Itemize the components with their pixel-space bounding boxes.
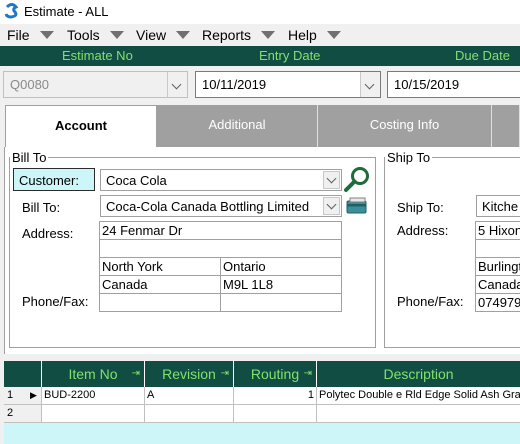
grid-corner: [4, 361, 42, 387]
column-item-no[interactable]: Item No ⇥: [42, 361, 145, 387]
entry-date-header: Entry Date: [259, 48, 321, 63]
estimate-no-field[interactable]: Q0080: [3, 71, 188, 98]
menu-view[interactable]: View: [136, 27, 191, 43]
ship-address-label: Address:: [397, 223, 449, 238]
menu-bar: File Tools View Reports Help: [0, 24, 520, 46]
due-date-header: Due Date: [455, 48, 510, 63]
province-field[interactable]: Ontario: [220, 257, 342, 276]
ship-country-field[interactable]: Canada: [475, 275, 520, 294]
column-description[interactable]: Description: [317, 361, 520, 387]
cell-item-no[interactable]: BUD-2200: [42, 387, 145, 405]
chevron-down-icon[interactable]: [323, 171, 340, 189]
ship-phone-fax-label: Phone/Fax:: [397, 294, 464, 309]
ship-phone-field[interactable]: 074979: [475, 293, 520, 312]
menu-help[interactable]: Help: [288, 27, 341, 43]
address-line2[interactable]: [99, 239, 342, 258]
column-routing[interactable]: Routing ⇥: [234, 361, 317, 387]
ship-address-line2[interactable]: [475, 239, 520, 258]
ship-to-label: Ship To:: [397, 200, 444, 215]
column-revision[interactable]: Revision ⇥: [145, 361, 234, 387]
due-date-field[interactable]: 10/15/2019: [387, 71, 520, 98]
fax-field[interactable]: [220, 293, 342, 312]
city-field[interactable]: North York: [99, 257, 221, 276]
bill-to-legend: Bill To: [12, 150, 47, 165]
estimate-no-header: Estimate No: [62, 48, 133, 63]
bill-to-select[interactable]: Coca-Cola Canada Bottling Limited: [100, 195, 342, 217]
items-grid: Item No ⇥ Revision ⇥ Routing ⇥ Description …: [4, 361, 520, 444]
menu-file[interactable]: File: [7, 27, 54, 43]
chevron-down-icon[interactable]: [167, 72, 187, 97]
menu-reports[interactable]: Reports: [202, 27, 276, 43]
cell-revision[interactable]: [145, 405, 234, 423]
current-row-icon: ▶: [30, 390, 37, 400]
row-header[interactable]: 2: [4, 405, 42, 423]
postal-field[interactable]: M9L 1L8: [220, 275, 342, 294]
ship-city-field[interactable]: Burlingt: [475, 257, 520, 276]
pin-icon[interactable]: ⇥: [132, 361, 140, 387]
magnifier-icon[interactable]: [343, 165, 371, 193]
window-title: Estimate - ALL: [24, 4, 109, 19]
ship-to-select[interactable]: Kitche: [476, 195, 520, 217]
country-field[interactable]: Canada: [99, 275, 221, 294]
app-icon: [4, 3, 19, 19]
entry-date-field[interactable]: 10/11/2019: [195, 71, 381, 98]
tab-costing-info[interactable]: Costing Info: [318, 105, 492, 147]
caret-down-icon: [326, 31, 341, 39]
customer-label[interactable]: Customer:: [13, 168, 95, 191]
chevron-down-icon[interactable]: [323, 197, 340, 215]
caret-down-icon: [176, 31, 191, 39]
header-bar: Estimate No Entry Date Due Date: [0, 46, 520, 66]
cell-routing[interactable]: [234, 405, 317, 423]
address-label: Address:: [22, 226, 74, 241]
phone-field[interactable]: [99, 293, 221, 312]
title-bar: Estimate - ALL: [0, 0, 520, 24]
customer-select[interactable]: Coca Cola: [100, 169, 342, 191]
tab-account[interactable]: Account: [5, 105, 157, 149]
pin-icon[interactable]: ⇥: [221, 361, 229, 387]
card-icon[interactable]: [346, 197, 368, 215]
caret-down-icon: [261, 31, 276, 39]
cell-routing[interactable]: 1: [234, 387, 317, 405]
cell-revision[interactable]: A: [145, 387, 234, 405]
cell-description[interactable]: [317, 405, 520, 423]
bill-to-label: Bill To:: [22, 200, 61, 215]
caret-down-icon: [39, 31, 54, 39]
caret-down-icon: [109, 31, 124, 39]
address-line1[interactable]: 24 Fenmar Dr: [99, 221, 342, 240]
ship-address-line1[interactable]: 5 Hixon: [475, 221, 520, 240]
phone-fax-label: Phone/Fax:: [22, 294, 89, 309]
cell-description[interactable]: Polytec Double e Rld Edge Solid Ash Gra: [317, 387, 520, 405]
row-header[interactable]: 1 ▶: [4, 387, 42, 405]
tab-additional[interactable]: Additional: [157, 105, 318, 147]
menu-tools[interactable]: Tools: [67, 27, 124, 43]
pin-icon[interactable]: ⇥: [304, 361, 312, 387]
chevron-down-icon[interactable]: [360, 72, 380, 97]
tab-more[interactable]: [492, 105, 520, 147]
ship-to-legend: Ship To: [387, 150, 431, 165]
cell-item-no[interactable]: [42, 405, 145, 423]
